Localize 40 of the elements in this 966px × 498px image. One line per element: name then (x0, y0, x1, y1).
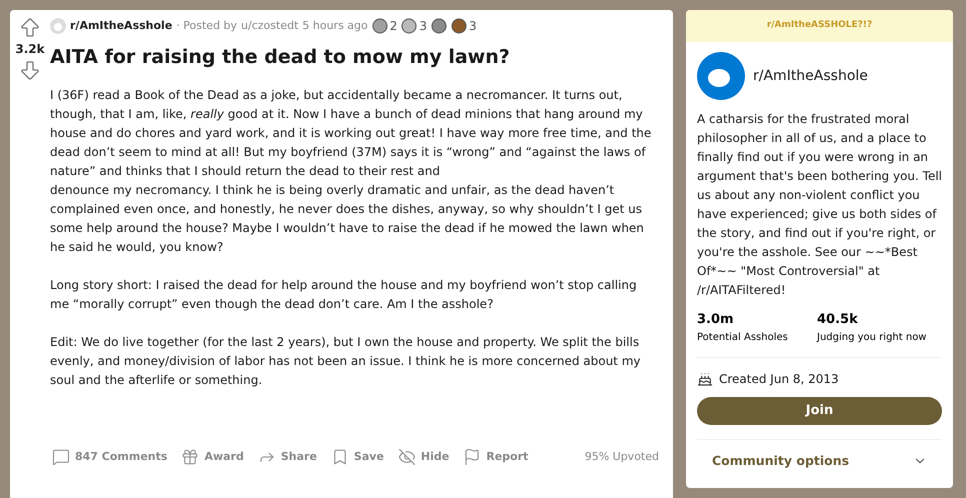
post-title: AITA for raising the dead to mow my lawn? (50, 45, 511, 70)
action-button[interactable]: Award (181, 444, 244, 470)
stat-value: 40.5k (817, 311, 859, 329)
award-count: 3 (469, 18, 477, 35)
action-button[interactable]: Hide (398, 444, 450, 470)
author-link[interactable]: u/czostedt (241, 18, 298, 34)
subreddit-avatar-icon (697, 52, 745, 100)
vote-score: 3.2k (15, 41, 45, 58)
stat-label: Potential Assholes (697, 330, 789, 344)
award-count: 2 (390, 18, 398, 35)
action-button[interactable]: Save (330, 444, 384, 470)
post-paragraph: Edit: We do live together (for the last 2 years), but I own the house and property. We split the bills evenly, and money/division of labor has not been an issue. I think he is more concerned about my soul and the afterlife or something. (50, 334, 642, 388)
subreddit-name: r/AmItheAsshole (753, 66, 868, 86)
action-button[interactable]: 847 Comments (52, 444, 168, 470)
join-button[interactable]: Join (697, 396, 942, 424)
award-icon (372, 18, 388, 34)
post-time: 5 hours ago (302, 18, 368, 34)
cake-icon (697, 370, 713, 386)
post-paragraph: denounce my necromancy. I think he is being overly dramatic and unfair, as the dead haven’t complained even once, and honestly, he never does the dishes, anyway, so why shouldn’t I get us some help around the house? Maybe I wouldn’t have to raise the dead if he mowed the lawn when he said he would, you know? (50, 182, 645, 256)
community-description: A catharsis for the frustrated moral philosopher in all of us, and a place to finally find out if you were wrong in an argument that's been bothering you. Tell us about any non-violent conflict you have experienced; give us both sides of the story, and find out if you're right, or you're the asshole. See our ~~*Best Of*~~ "Most Controversial" at /r/AITAFiltered! (697, 111, 942, 299)
award-count: 3 (419, 18, 428, 35)
award-icon (451, 18, 468, 34)
banner-logo-text: r/AmItheASSHOLE?!? (766, 19, 872, 32)
flag-icon (463, 448, 482, 466)
stat-label: Judging you right now (817, 330, 928, 344)
stat-value: 3.0m (697, 311, 735, 329)
subreddit-icon (50, 18, 66, 34)
action-button[interactable]: Report (463, 444, 528, 470)
gift-icon (181, 448, 200, 466)
community-options-toggle[interactable]: Community options (697, 440, 942, 482)
created-date: Created Jun 8, 2013 (719, 370, 839, 388)
award-icon (401, 18, 418, 34)
speech-bubble-icon (52, 448, 70, 466)
action-button[interactable]: Share (258, 444, 317, 470)
posted-by-label: · Posted by (176, 18, 238, 34)
subreddit-link[interactable]: r/AmItheAsshole (70, 18, 172, 34)
upvote-ratio: 95% Upvoted (584, 448, 659, 465)
hide-icon (398, 448, 416, 466)
post-paragraph: Long story short: I raised the dead for help around the house and my boyfriend won’t stop calling me “morally corrupt” even though the dead don’t care. Am I the asshole? (50, 276, 638, 312)
award-icon (431, 18, 448, 34)
